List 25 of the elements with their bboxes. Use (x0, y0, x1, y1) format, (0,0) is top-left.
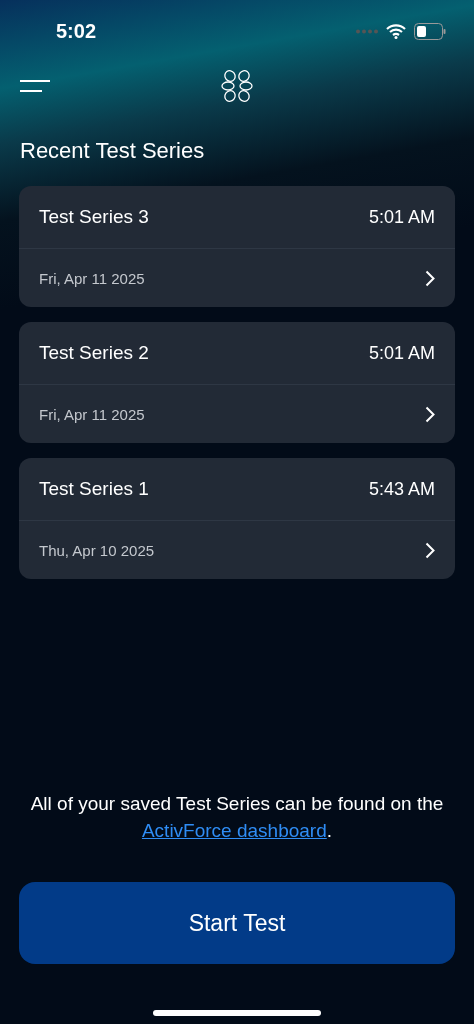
series-name: Test Series 3 (39, 206, 149, 228)
dashboard-link[interactable]: ActivForce dashboard (141, 820, 327, 841)
menu-icon[interactable] (20, 79, 50, 93)
signal-icon (356, 28, 378, 34)
section-title: Recent Test Series (20, 138, 206, 164)
status-time: 5:02 (56, 19, 97, 43)
test-series-card[interactable]: Test Series 1 5:43 AM Thu, Apr 10 2025 (19, 458, 455, 579)
series-time: 5:01 AM (368, 342, 435, 364)
chevron-right-icon (425, 405, 435, 423)
chevron-right-icon (425, 541, 435, 559)
test-series-card[interactable]: Test Series 3 5:01 AM Fri, Apr 11 2025 (19, 186, 455, 307)
info-text: All of your saved Test Series can be found on the ActivForce dashboard. (29, 792, 445, 843)
series-time: 5:01 AM (368, 206, 435, 228)
wifi-icon (386, 23, 406, 39)
series-name: Test Series 1 (39, 478, 149, 500)
series-date: Thu, Apr 10 2025 (39, 541, 155, 559)
logo-icon (220, 69, 254, 103)
series-date: Fri, Apr 11 2025 (39, 405, 145, 423)
series-date: Fri, Apr 11 2025 (39, 269, 145, 287)
test-series-card[interactable]: Test Series 2 5:01 AM Fri, Apr 11 2025 (19, 322, 455, 443)
series-name: Test Series 2 (39, 342, 149, 364)
battery-icon (414, 22, 446, 40)
chevron-right-icon (425, 269, 435, 287)
series-time: 5:43 AM (368, 478, 435, 500)
start-test-button[interactable]: Start Test (19, 882, 455, 964)
